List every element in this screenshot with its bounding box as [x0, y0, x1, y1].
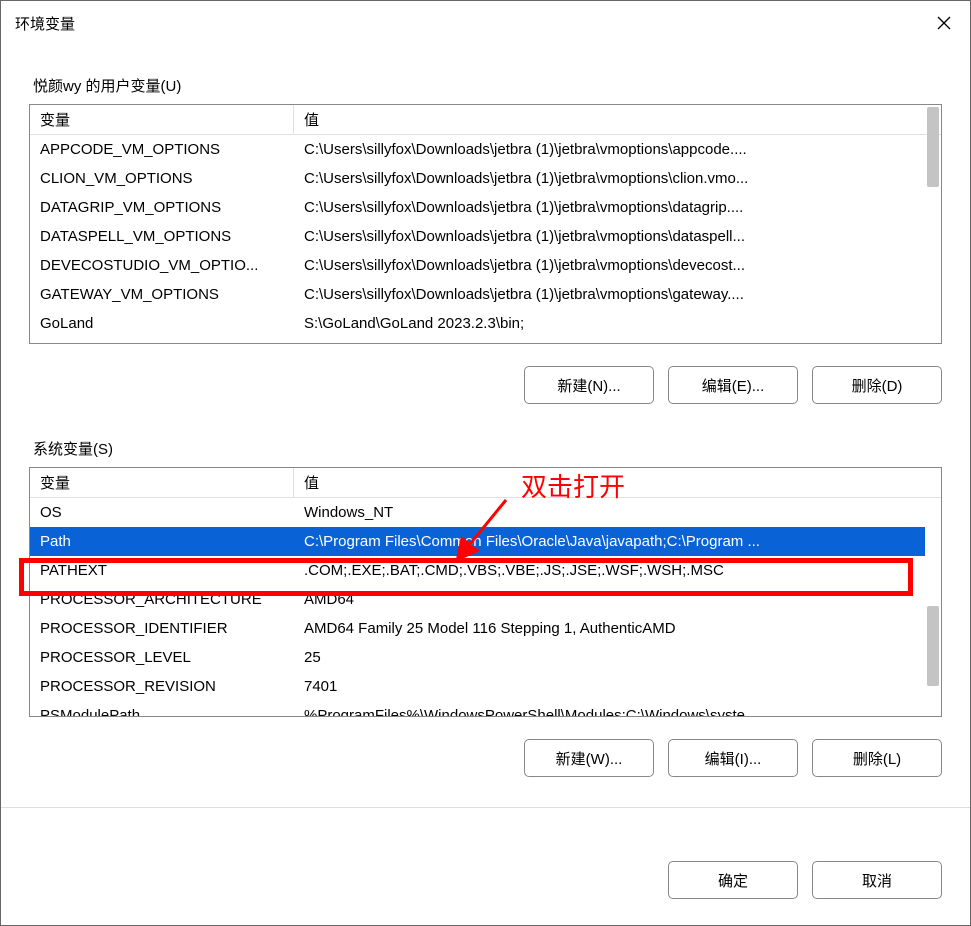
cell-variable: GATEWAY_VM_OPTIONS — [30, 286, 294, 303]
cell-value: S:\GoLand\GoLand 2023.2.3\bin; — [294, 315, 925, 332]
cell-variable: PSModulePath — [30, 707, 294, 716]
cell-value: C:\Users\sillyfox\Downloads\jetbra (1)\j… — [294, 170, 925, 187]
cell-variable: DATAGRIP_VM_OPTIONS — [30, 199, 294, 216]
list-rows: APPCODE_VM_OPTIONSC:\Users\sillyfox\Down… — [30, 135, 925, 343]
user-vars-list[interactable]: 变量 值 APPCODE_VM_OPTIONSC:\Users\sillyfox… — [29, 104, 942, 344]
list-rows: OSWindows_NTPathC:\Program Files\Common … — [30, 498, 925, 716]
table-row[interactable]: PROCESSOR_LEVEL25 — [30, 643, 925, 672]
cell-value: C:\Program Files\Common Files\Oracle\Jav… — [294, 533, 925, 550]
table-row[interactable]: GoLandS:\GoLand\GoLand 2023.2.3\bin; — [30, 309, 925, 338]
divider — [1, 807, 970, 808]
col-header-variable[interactable]: 变量 — [30, 105, 294, 134]
user-edit-button[interactable]: 编辑(E)... — [668, 366, 798, 404]
system-vars-label: 系统变量(S) — [33, 438, 942, 459]
table-row[interactable]: DEVECOSTUDIO_VM_OPTIO...C:\Users\sillyfo… — [30, 251, 925, 280]
cell-value: .COM;.EXE;.BAT;.CMD;.VBS;.VBE;.JS;.JSE;.… — [294, 562, 925, 579]
table-row[interactable]: DATAGRIP_VM_OPTIONSC:\Users\sillyfox\Dow… — [30, 193, 925, 222]
table-row[interactable]: PROCESSOR_REVISION7401 — [30, 672, 925, 701]
cell-value: C:\Users\sillyfox\Downloads\jetbra (1)\j… — [294, 199, 925, 216]
cell-value: AMD64 Family 25 Model 116 Stepping 1, Au… — [294, 620, 925, 637]
table-row[interactable]: OSWindows_NT — [30, 498, 925, 527]
cell-variable: DATASPELL_VM_OPTIONS — [30, 228, 294, 245]
cell-variable: APPCODE_VM_OPTIONS — [30, 141, 294, 158]
user-delete-button[interactable]: 删除(D) — [812, 366, 942, 404]
cell-variable: PROCESSOR_ARCHITECTURE — [30, 591, 294, 608]
close-icon — [936, 15, 952, 31]
col-header-variable[interactable]: 变量 — [30, 468, 294, 497]
system-vars-list[interactable]: 变量 值 OSWindows_NTPathC:\Program Files\Co… — [29, 467, 942, 717]
system-new-button[interactable]: 新建(W)... — [524, 739, 654, 777]
system-delete-button[interactable]: 删除(L) — [812, 739, 942, 777]
cell-value: C:\Users\sillyfox\Downloads\jetbra (1)\j… — [294, 141, 925, 158]
table-row[interactable]: PROCESSOR_ARCHITECTUREAMD64 — [30, 585, 925, 614]
cell-variable: OS — [30, 504, 294, 521]
window-title: 环境变量 — [15, 13, 75, 34]
cell-variable: PROCESSOR_IDENTIFIER — [30, 620, 294, 637]
cell-variable: PROCESSOR_REVISION — [30, 678, 294, 695]
table-row[interactable]: CLION_VM_OPTIONSC:\Users\sillyfox\Downlo… — [30, 164, 925, 193]
table-row[interactable]: PSModulePath%ProgramFiles%\WindowsPowerS… — [30, 701, 925, 716]
system-vars-buttons: 新建(W)... 编辑(I)... 删除(L) — [29, 739, 942, 777]
user-new-button[interactable]: 新建(N)... — [524, 366, 654, 404]
col-header-value[interactable]: 值 — [294, 468, 941, 497]
table-row[interactable]: PROCESSOR_IDENTIFIERAMD64 Family 25 Mode… — [30, 614, 925, 643]
cancel-button[interactable]: 取消 — [812, 861, 942, 899]
user-vars-label: 悦颜wy 的用户变量(U) — [33, 75, 942, 96]
cell-value: Windows_NT — [294, 504, 925, 521]
table-row[interactable]: PathC:\Program Files\Common Files\Oracle… — [30, 527, 925, 556]
cell-value: 25 — [294, 649, 925, 666]
table-row[interactable]: APPCODE_VM_OPTIONSC:\Users\sillyfox\Down… — [30, 135, 925, 164]
env-var-dialog: 环境变量 悦颜wy 的用户变量(U) 变量 值 APPCODE_VM_OPTIO… — [0, 0, 971, 926]
user-vars-buttons: 新建(N)... 编辑(E)... 删除(D) — [29, 366, 942, 404]
dialog-content: 悦颜wy 的用户变量(U) 变量 值 APPCODE_VM_OPTIONSC:\… — [1, 45, 970, 808]
scrollbar-thumb[interactable] — [927, 107, 939, 187]
list-header: 变量 值 — [30, 468, 941, 498]
table-row[interactable]: PATHEXT.COM;.EXE;.BAT;.CMD;.VBS;.VBE;.JS… — [30, 556, 925, 585]
cell-value: C:\Users\sillyfox\Downloads\jetbra (1)\j… — [294, 286, 925, 303]
cell-variable: GoLand — [30, 315, 294, 332]
scrollbar-thumb[interactable] — [927, 606, 939, 686]
list-header: 变量 值 — [30, 105, 941, 135]
system-edit-button[interactable]: 编辑(I)... — [668, 739, 798, 777]
close-button[interactable] — [932, 11, 956, 35]
cell-variable: PATHEXT — [30, 562, 294, 579]
cell-value: C:\Users\sillyfox\Downloads\jetbra (1)\j… — [294, 228, 925, 245]
table-row[interactable]: DATASPELL_VM_OPTIONSC:\Users\sillyfox\Do… — [30, 222, 925, 251]
cell-variable: Path — [30, 533, 294, 550]
cell-variable: PROCESSOR_LEVEL — [30, 649, 294, 666]
table-row[interactable]: GATEWAY_VM_OPTIONSC:\Users\sillyfox\Down… — [30, 280, 925, 309]
cell-value: AMD64 — [294, 591, 925, 608]
cell-value: 7401 — [294, 678, 925, 695]
titlebar: 环境变量 — [1, 1, 970, 45]
ok-button[interactable]: 确定 — [668, 861, 798, 899]
cell-value: C:\Users\sillyfox\Downloads\jetbra (1)\j… — [294, 257, 925, 274]
col-header-value[interactable]: 值 — [294, 105, 941, 134]
cell-variable: DEVECOSTUDIO_VM_OPTIO... — [30, 257, 294, 274]
cell-value: %ProgramFiles%\WindowsPowerShell\Modules… — [294, 707, 925, 716]
dialog-footer: 确定 取消 — [668, 861, 942, 899]
cell-variable: CLION_VM_OPTIONS — [30, 170, 294, 187]
table-row[interactable]: GOLAND_VM_OPTIONSC:\Users\sillyfox\Downl… — [30, 338, 925, 343]
